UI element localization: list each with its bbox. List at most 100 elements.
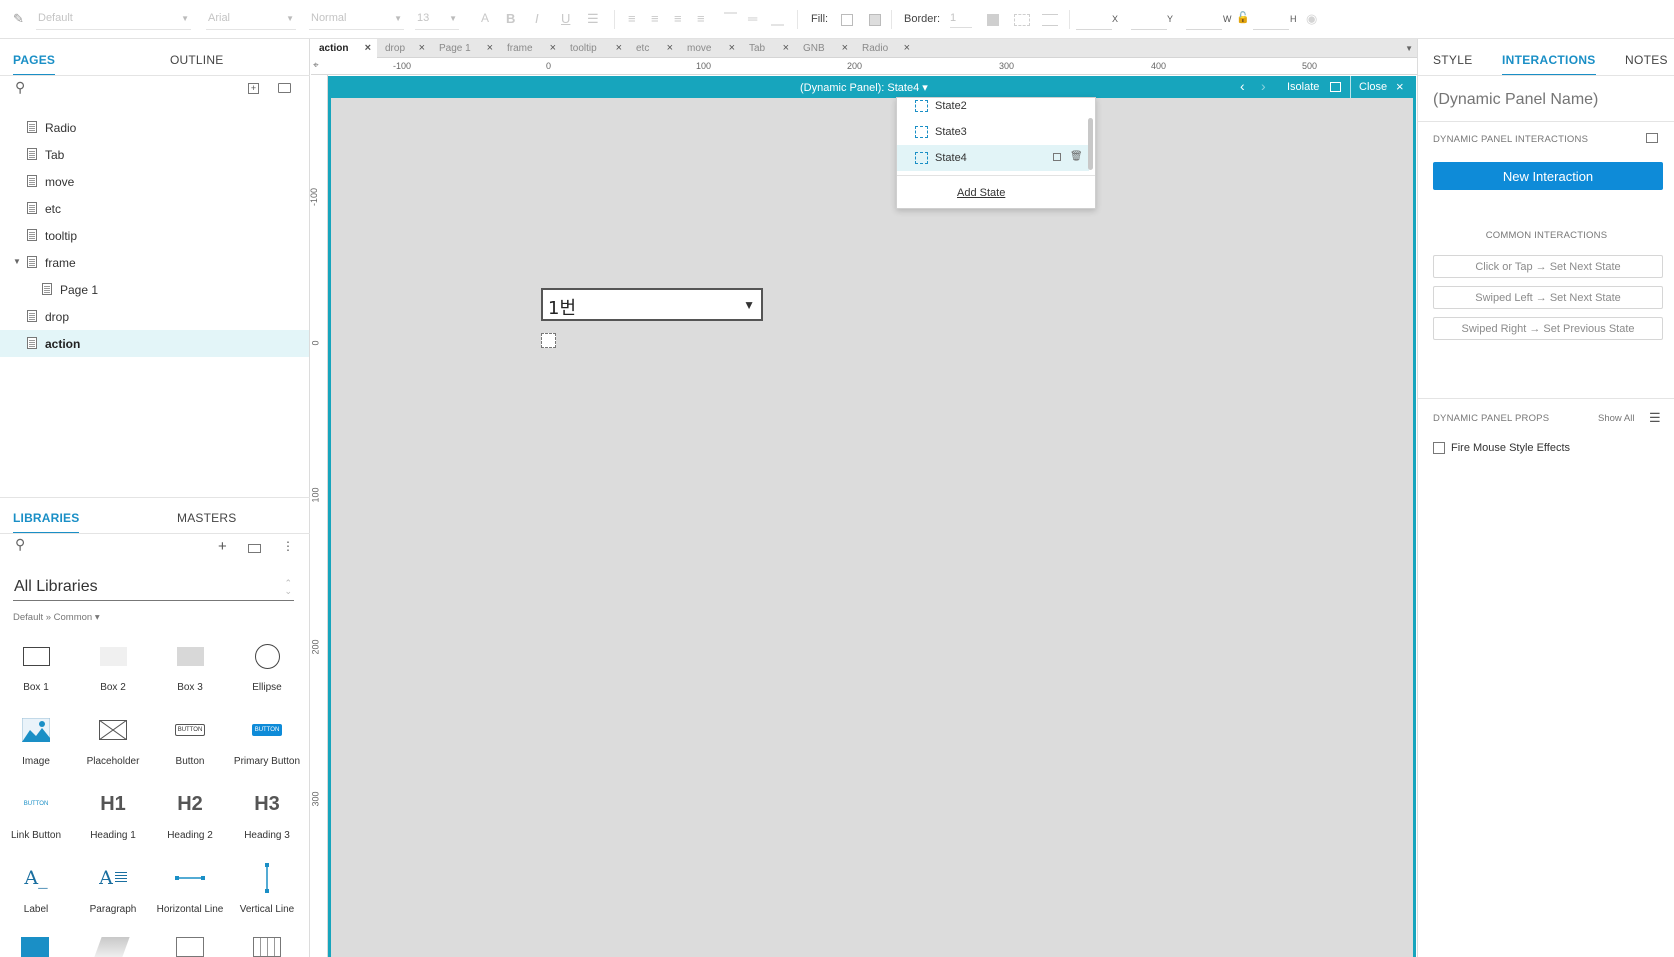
fill-color-swatch[interactable] [841,14,853,26]
tab-page-1[interactable]: Page 1 × [431,39,499,58]
more-options-icon[interactable]: ⋮ [282,539,294,553]
align-left-icon[interactable]: ≡ [628,11,636,26]
close-icon[interactable]: × [616,42,622,54]
library-select[interactable]: All Libraries ⌃ ⌄ [13,575,294,601]
library-breadcrumb[interactable]: Default » Common ▾ [13,612,100,623]
prev-state-icon[interactable]: ‹ [1240,78,1245,94]
lock-icon[interactable]: 🔓 [1236,11,1250,24]
close-icon[interactable]: × [1396,79,1404,94]
close-icon[interactable]: × [842,42,848,54]
widget-button[interactable]: BUTTON Button [151,710,229,767]
panel-name-input[interactable] [1433,87,1665,113]
border-style-icon[interactable] [1014,14,1030,26]
hotspot-widget-icon[interactable] [21,937,49,957]
tab-radio[interactable]: Radio × [854,39,916,58]
search-icon[interactable]: ⚲ [15,79,25,96]
close-icon[interactable]: × [783,42,789,54]
close-icon[interactable]: × [487,42,493,54]
w-input[interactable] [1186,10,1222,30]
widget-heading-2[interactable]: H2 Heading 2 [151,784,229,842]
style-editor-icon[interactable]: ✎ [13,11,24,27]
widget-label-text[interactable]: A_ Label [0,858,75,915]
page-item-radio[interactable]: Radio [0,114,309,141]
click-set-next-state-button[interactable]: Click or Tap → Set Next State [1433,255,1663,278]
style-dropdown[interactable]: Default ▼ [36,8,191,30]
hotspot-placeholder[interactable] [541,333,556,348]
italic-icon[interactable]: I [535,11,539,26]
align-bottom-icon[interactable]: ⎽ [771,11,784,27]
tab-outline[interactable]: OUTLINE [170,53,223,67]
border-width-input[interactable]: 1 [950,12,972,28]
widget-placeholder[interactable]: Placeholder [74,710,152,767]
tabs-overflow-icon[interactable]: ▼ [1405,44,1413,53]
library-search-input[interactable] [34,542,204,558]
swiped-right-button[interactable]: Swiped Right → Set Previous State [1433,317,1663,340]
tab-drop[interactable]: drop × [377,39,431,58]
swiped-left-button[interactable]: Swiped Left → Set Next State [1433,286,1663,309]
close-icon[interactable]: × [904,42,910,54]
font-dropdown[interactable]: Arial ▼ [206,8,296,30]
next-state-icon[interactable]: › [1261,78,1266,94]
tab-style[interactable]: STYLE [1433,53,1473,67]
tab-tooltip[interactable]: tooltip × [562,39,628,58]
visibility-icon[interactable]: ◉ [1306,11,1317,27]
fire-mouse-checkbox[interactable] [1433,442,1445,454]
align-right-icon[interactable]: ≡ [674,11,682,26]
close-icon[interactable]: × [419,42,425,54]
tab-move[interactable]: move × [679,39,741,58]
font-size-dropdown[interactable]: 13 ▼ [415,8,459,30]
close-icon[interactable]: × [365,42,371,54]
search-icon[interactable]: ⚲ [15,536,25,553]
canvas-dropdown-widget[interactable]: 1번 ▼ [541,288,763,321]
page-item-page-1[interactable]: Page 1 [0,276,309,303]
isolate-button[interactable]: Isolate [1287,81,1319,93]
repeater-widget-icon[interactable] [176,937,204,957]
widget-ellipse[interactable]: Ellipse [228,636,306,693]
widget-heading-3[interactable]: H3 Heading 3 [228,784,306,842]
page-item-etc[interactable]: etc [0,195,309,222]
page-item-tab[interactable]: Tab [0,141,309,168]
widget-box-1[interactable]: Box 1 [0,636,75,693]
design-canvas[interactable]: 1번 ▼ [328,76,1416,957]
bold-icon[interactable]: B [506,11,515,26]
page-item-tooltip[interactable]: tooltip [0,222,309,249]
show-all-link[interactable]: Show All [1598,413,1634,424]
h-input[interactable] [1253,10,1289,30]
align-justify-icon[interactable]: ≡ [697,11,705,26]
add-folder-icon[interactable] [278,83,291,93]
library-window-icon[interactable] [248,544,261,553]
widget-vertical-line[interactable]: Vertical Line [228,858,306,915]
page-item-frame[interactable]: ▼ frame [0,249,309,276]
widget-heading-1[interactable]: H1 Heading 1 [74,784,152,842]
page-item-action[interactable]: action [0,330,309,357]
tab-gnb[interactable]: GNB × [795,39,854,58]
widget-image[interactable]: Image [0,710,75,767]
crosshair-icon[interactable]: ⌖ [313,60,319,71]
tab-interactions[interactable]: INTERACTIONS [1502,53,1596,76]
weight-dropdown[interactable]: Normal ▼ [309,8,404,30]
tab-frame[interactable]: frame × [499,39,562,58]
tab-tab[interactable]: Tab × [741,39,795,58]
close-icon[interactable]: × [667,42,673,54]
add-page-icon[interactable]: + [248,83,259,94]
bullet-list-icon[interactable]: ☰ [587,11,599,27]
add-state-link[interactable]: Add State [957,187,1005,199]
add-library-icon[interactable]: + [218,538,227,555]
widget-box-2[interactable]: Box 2 [74,636,152,693]
expand-toggle-icon[interactable]: ▼ [13,257,21,266]
state-item-state2[interactable]: State2 [897,93,1089,119]
pages-search-input[interactable] [34,84,234,100]
align-top-icon[interactable]: ⎺ [724,11,737,27]
page-item-move[interactable]: move [0,168,309,195]
tab-pages[interactable]: PAGES [13,53,56,76]
underline-icon[interactable]: U [561,11,570,26]
widget-link-button[interactable]: BUTTON Link Button [0,784,75,841]
dynamic-panel-widget-icon[interactable] [94,937,130,957]
duplicate-state-icon[interactable] [1053,153,1061,161]
new-interaction-button[interactable]: New Interaction [1433,162,1663,190]
interaction-editor-icon[interactable] [1646,133,1658,143]
close-panel-button[interactable]: Close [1359,81,1387,93]
tab-etc[interactable]: etc × [628,39,679,58]
align-middle-icon[interactable]: ═ [748,11,757,26]
scrollbar[interactable] [1088,118,1093,170]
